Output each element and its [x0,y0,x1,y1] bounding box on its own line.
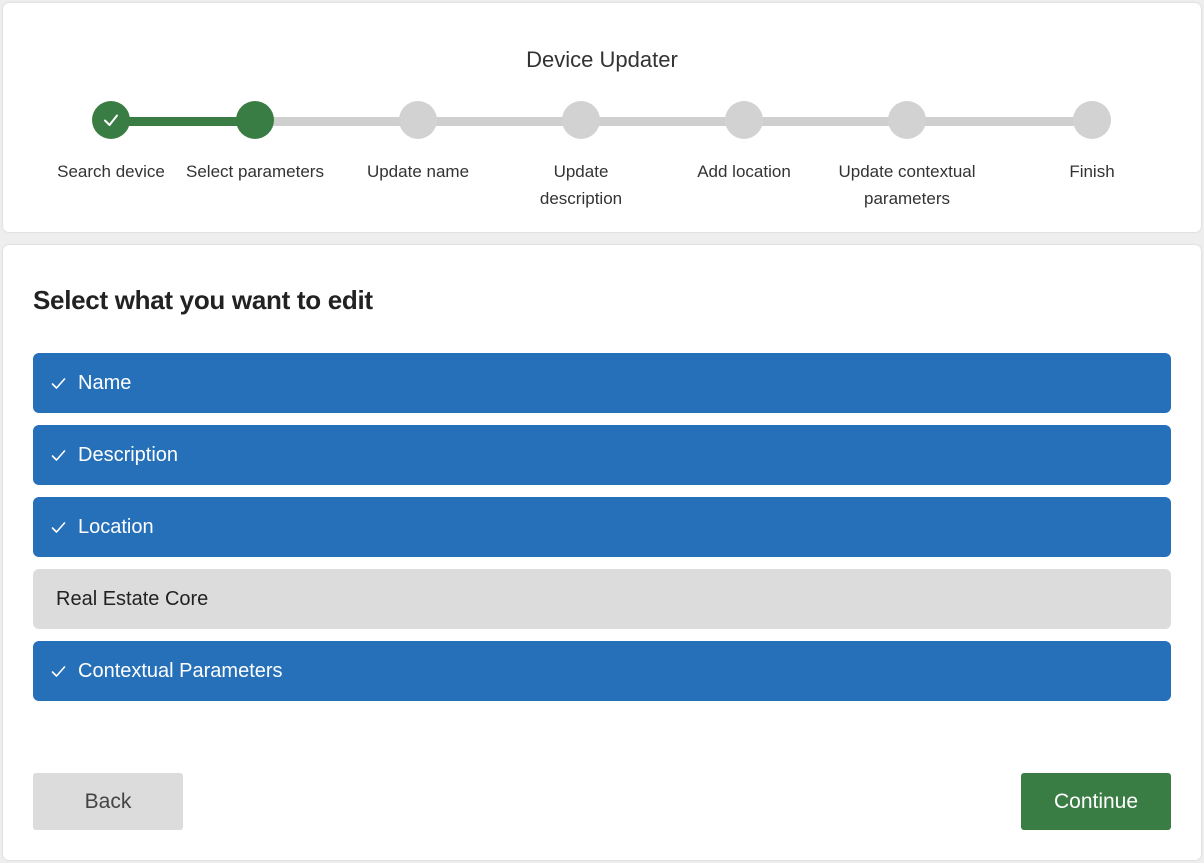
option-label: Real Estate Core [56,587,209,610]
edit-selection-card: Select what you want to edit Name Descri… [3,245,1201,860]
step-label-finish: Finish [1069,162,1115,181]
step-2-active-indicator [236,101,274,139]
option-label: Name [78,371,132,394]
option-contextual-parameters[interactable]: Contextual Parameters [33,641,1171,701]
step-3-indicator [399,101,437,139]
stepper-track-complete [111,117,255,126]
app-title: Device Updater [526,47,678,72]
option-real-estate-core[interactable]: Real Estate Core [33,569,1171,629]
back-button[interactable]: Back [33,773,183,830]
check-icon [51,521,66,533]
option-label: Description [78,443,179,466]
step-label-select-parameters: Select parameters [186,162,324,181]
section-title: Select what you want to edit [33,285,373,315]
step-7-indicator [1073,101,1111,139]
step-label-add-location: Add location [697,162,791,181]
step-label-update-description: Update description [539,162,623,208]
option-label: Contextual Parameters [78,659,283,682]
stepper-card: Device Updater Search device Select para… [3,3,1201,232]
check-icon [51,449,66,461]
option-description[interactable]: Description [33,425,1171,485]
option-name[interactable]: Name [33,353,1171,413]
stepper-track-pending [255,117,1092,126]
check-icon [51,377,66,389]
step-label-update-name: Update name [366,162,470,181]
step-label-update-contextual-parameters: Update contextual parameters [838,162,976,208]
option-location[interactable]: Location [33,497,1171,557]
step-1-complete-indicator [92,101,130,139]
step-5-indicator [725,101,763,139]
check-icon [51,665,66,677]
option-label: Location [78,515,154,538]
step-4-indicator [562,101,600,139]
continue-button[interactable]: Continue [1021,773,1171,830]
check-icon [104,114,118,126]
step-6-indicator [888,101,926,139]
